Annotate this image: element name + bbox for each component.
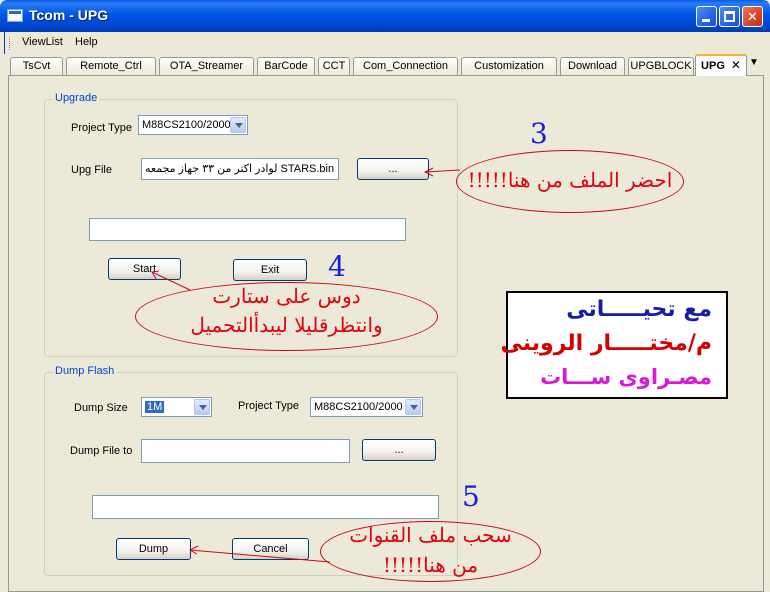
tab-scroll-icon[interactable]: ▼	[749, 57, 759, 68]
step5-number: 5	[462, 480, 480, 513]
chevron-down-icon[interactable]	[194, 399, 210, 415]
close-icon: ✕	[747, 9, 758, 24]
dump-button[interactable]: Dump	[116, 538, 191, 560]
upgrade-progress-field	[89, 218, 406, 241]
menu-bar: ViewList Help	[4, 32, 766, 54]
dump-file-browse-button[interactable]: ...	[362, 439, 436, 461]
upgrade-project-type-label: Project Type	[71, 122, 132, 134]
step4-text-line2: وانتظرقليلا ليبدأالتحميل	[190, 313, 383, 337]
step5-text-line2: من هنا!!!!!	[382, 553, 479, 577]
tab-upg[interactable]: UPG ✕	[695, 54, 747, 76]
tab-upg-label: UPG	[701, 60, 725, 72]
tab-cct[interactable]: CCT	[318, 57, 350, 75]
chevron-down-icon[interactable]	[230, 117, 246, 133]
upgrade-group-title: Upgrade	[53, 92, 100, 104]
start-button[interactable]: Start	[108, 258, 181, 280]
step5-text-line1: سحب ملف القنوات	[349, 523, 512, 547]
credit-line1: مع تحيـــــاتى	[566, 297, 712, 322]
minimize-icon	[702, 19, 710, 22]
upg-file-input[interactable]: STARS.bin لوادر اكتر من ٣٣ جهاز مجمعه	[141, 158, 339, 180]
step4-number: 4	[328, 250, 346, 283]
upgrade-project-type-value: M88CS2100/2000	[142, 119, 231, 131]
dump-file-input[interactable]	[141, 439, 350, 463]
credit-line2: م/مختـــــار الروينى	[500, 331, 712, 356]
menu-grip-icon	[9, 37, 11, 50]
tab-customization[interactable]: Customization	[461, 57, 557, 75]
dump-progress-field	[92, 495, 439, 519]
upg-file-label: Upg File	[71, 164, 112, 176]
upg-file-browse-button[interactable]: ...	[357, 158, 429, 180]
tab-com-connection[interactable]: Com_Connection	[353, 57, 458, 75]
exit-button[interactable]: Exit	[233, 259, 307, 281]
maximize-icon	[724, 11, 735, 22]
menu-help[interactable]: Help	[75, 36, 98, 48]
dump-project-type-select[interactable]: M88CS2100/2000	[310, 397, 423, 417]
close-button[interactable]: ✕	[742, 6, 763, 27]
dump-file-label: Dump File to	[70, 445, 133, 457]
upgrade-project-type-select[interactable]: M88CS2100/2000	[138, 115, 248, 135]
tab-remote-ctrl[interactable]: Remote_Ctrl	[66, 57, 156, 75]
credit-box: مع تحيـــــاتى م/مختـــــار الروينى مصـر…	[501, 291, 728, 399]
dump-project-type-label: Project Type	[238, 400, 299, 412]
tab-barcode[interactable]: BarCode	[257, 57, 315, 75]
tab-strip: TsCvt Remote_Ctrl OTA_Streamer BarCode C…	[4, 54, 766, 76]
dump-size-select[interactable]: 1M	[141, 397, 212, 417]
step3-number: 3	[530, 117, 548, 150]
step4-text-line1: دوس على ستارت	[212, 284, 361, 308]
maximize-button[interactable]	[719, 6, 740, 27]
minimize-button[interactable]	[696, 6, 717, 27]
tab-close-icon[interactable]: ✕	[731, 58, 741, 72]
dump-project-type-value: M88CS2100/2000	[314, 401, 403, 413]
credit-line3: مصـراوى ســـات	[540, 365, 712, 389]
step3-text: احضر الملف من هنا!!!!!	[467, 168, 673, 192]
dump-size-value: 1M	[145, 401, 165, 413]
app-icon	[7, 9, 23, 22]
cancel-button[interactable]: Cancel	[232, 538, 309, 560]
window-title: Tcom - UPG	[29, 7, 109, 23]
title-bar: Tcom - UPG ✕	[0, 0, 770, 32]
tab-tscvt[interactable]: TsCvt	[10, 57, 63, 75]
dump-size-label: Dump Size	[74, 402, 128, 414]
dump-flash-group-title: Dump Flash	[53, 365, 117, 377]
tab-upgblock[interactable]: UPGBLOCK	[628, 57, 694, 75]
tab-download[interactable]: Download	[560, 57, 625, 75]
chevron-down-icon[interactable]	[405, 399, 421, 415]
menu-viewlist[interactable]: ViewList	[22, 36, 63, 48]
tab-ota-streamer[interactable]: OTA_Streamer	[159, 57, 254, 75]
